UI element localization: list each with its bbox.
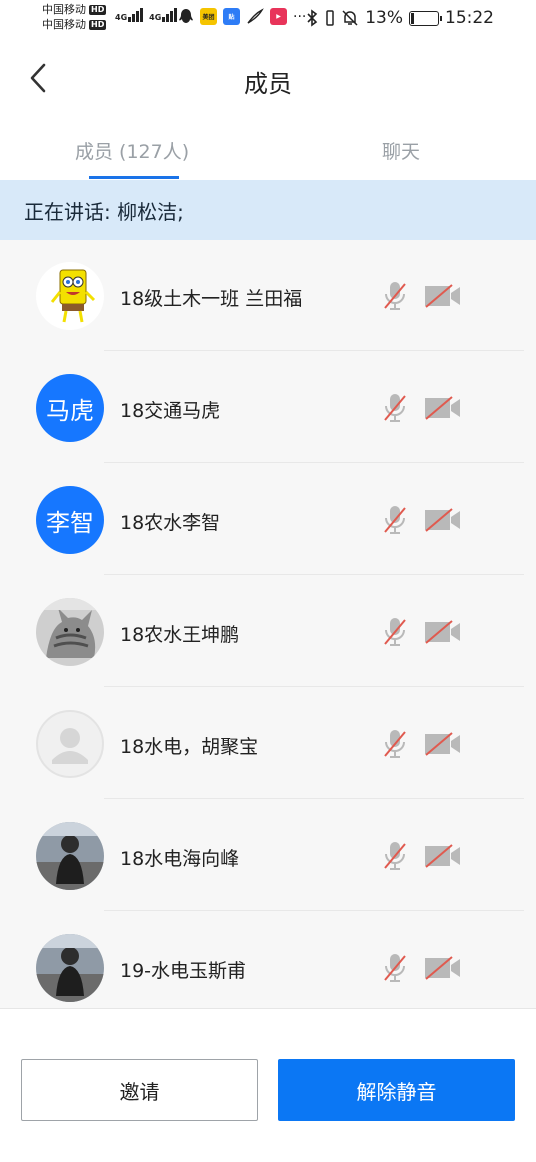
active-tab-indicator <box>89 176 179 179</box>
clock: 15:22 <box>445 8 494 28</box>
member-row[interactable]: 18水电海向峰 <box>0 800 536 911</box>
default-avatar <box>36 710 104 778</box>
camera-off-icon[interactable] <box>424 396 462 420</box>
battery-icon <box>409 10 442 26</box>
carrier-2: 中国移动 <box>42 18 86 31</box>
tab-members[interactable]: 成员 (127人) <box>75 137 189 164</box>
signal-indicators: 4G 4G <box>115 8 178 22</box>
signal-icon <box>128 8 144 22</box>
mic-muted-icon[interactable] <box>382 616 408 648</box>
mic-muted-icon[interactable] <box>382 392 408 424</box>
network-type-1: 4G <box>115 13 128 22</box>
video-app-icon: ▶ <box>270 8 287 25</box>
mic-muted-icon[interactable] <box>382 728 408 760</box>
member-list[interactable]: 18级土木一班 兰田福马虎 18交通马虎李智 18农水李智 18农水王坤鹏 18水电，胡… <box>0 240 536 1008</box>
meituan-icon: 美团 <box>200 8 217 25</box>
footer: 邀请 解除静音 <box>0 1008 536 1162</box>
unmute-button[interactable]: 解除静音 <box>278 1059 515 1121</box>
page-title: 成员 <box>244 70 292 98</box>
row-divider <box>104 910 524 911</box>
row-divider <box>104 350 524 351</box>
carrier-info: 中国移动 HD 中国移动 HD <box>42 2 107 32</box>
member-name: 18交通马虎 <box>120 400 221 422</box>
member-row[interactable]: 18级土木一班 兰田福 <box>0 240 536 351</box>
avatar: 马虎 <box>36 374 104 442</box>
camera-off-icon[interactable] <box>424 844 462 868</box>
member-name: 18级土木一班 兰田福 <box>120 288 303 310</box>
row-divider <box>104 798 524 799</box>
tab-bar: 成员 (127人) 聊天 <box>0 125 536 180</box>
member-name: 19-水电玉斯甫 <box>120 960 247 982</box>
member-name: 18农水李智 <box>120 512 221 534</box>
bluetooth-icon <box>307 9 318 27</box>
row-divider <box>104 574 524 575</box>
signal-icon <box>162 8 178 22</box>
invite-button[interactable]: 邀请 <box>21 1059 258 1121</box>
camera-off-icon[interactable] <box>424 620 462 644</box>
vibrate-icon <box>326 10 334 26</box>
row-divider <box>104 462 524 463</box>
battery-percent: 13% <box>365 8 403 28</box>
network-type-2: 4G <box>149 13 162 22</box>
mic-muted-icon[interactable] <box>382 840 408 872</box>
row-divider <box>104 686 524 687</box>
hd-badge: HD <box>89 19 107 30</box>
mic-muted-icon[interactable] <box>382 504 408 536</box>
mic-muted-icon[interactable] <box>382 952 408 984</box>
camera-off-icon[interactable] <box>424 956 462 980</box>
system-status: 13% 15:22 <box>305 8 494 28</box>
mic-muted-icon[interactable] <box>382 280 408 312</box>
status-bar: 中国移动 HD 中国移动 HD 4G 4G 美团 贴 ▶ ··· 13% 15:22 <box>0 0 536 40</box>
avatar: 李智 <box>36 486 104 554</box>
person-photo-avatar <box>36 934 104 1002</box>
feather-icon <box>247 8 264 24</box>
camera-off-icon[interactable] <box>424 508 462 532</box>
tieba-icon: 贴 <box>223 8 240 25</box>
member-name: 18农水王坤鹏 <box>120 624 240 646</box>
member-name: 18水电海向峰 <box>120 848 240 870</box>
member-row[interactable]: 马虎 18交通马虎 <box>0 352 536 463</box>
camera-off-icon[interactable] <box>424 732 462 756</box>
notification-icons: 美团 贴 ▶ ··· <box>178 8 306 25</box>
member-name: 18水电，胡聚宝 <box>120 736 259 758</box>
camera-off-icon[interactable] <box>424 284 462 308</box>
qq-icon <box>179 9 193 23</box>
tab-chat[interactable]: 聊天 <box>382 137 420 164</box>
hd-badge: HD <box>89 4 107 15</box>
carrier-1: 中国移动 <box>42 3 86 16</box>
cat-photo-avatar <box>36 598 104 666</box>
mute-bell-icon <box>342 10 358 26</box>
spongebob-avatar <box>36 262 104 330</box>
member-row[interactable]: 18农水王坤鹏 <box>0 576 536 687</box>
person-photo-avatar <box>36 822 104 890</box>
speaking-indicator: 正在讲话: 柳松洁; <box>0 180 536 240</box>
speaking-text: 正在讲话: 柳松洁; <box>24 199 184 224</box>
member-row[interactable]: 18水电，胡聚宝 <box>0 688 536 799</box>
member-row[interactable]: 19-水电玉斯甫 <box>0 912 536 1008</box>
header: 成员 <box>0 40 536 120</box>
member-row[interactable]: 李智 18农水李智 <box>0 464 536 575</box>
